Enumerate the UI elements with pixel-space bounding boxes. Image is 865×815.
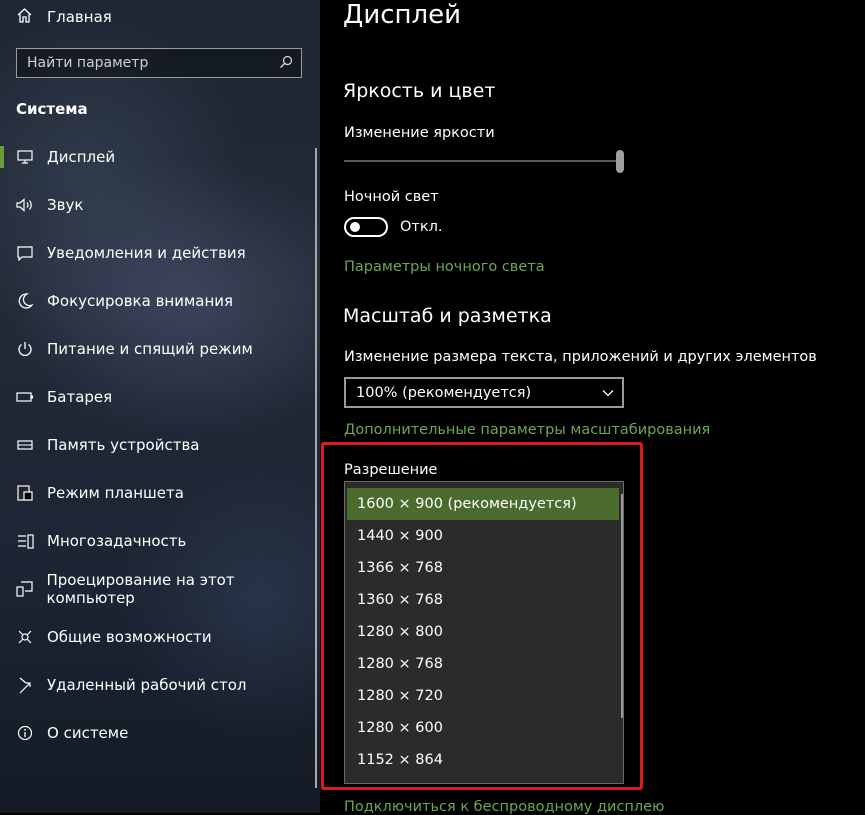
night-light-settings-link[interactable]: Параметры ночного света: [344, 259, 545, 275]
sidebar-item-label: О системе: [47, 724, 129, 742]
sidebar-item-label: Батарея: [47, 388, 113, 406]
sidebar-item-label: Проецирование на этот компьютер: [46, 571, 235, 607]
scale-section-heading: Масштаб и разметка: [343, 305, 552, 327]
search-box[interactable]: [16, 48, 302, 78]
sidebar-item-focus-assist[interactable]: Фокусировка внимания: [0, 277, 320, 325]
night-light-state: Откл.: [400, 219, 443, 235]
speaker-icon: [16, 196, 34, 214]
chevron-down-icon: [602, 385, 614, 401]
sidebar-item-label: Уведомления и действия: [47, 244, 246, 262]
sidebar-item-projecting[interactable]: Проецирование на этот компьютер: [0, 565, 320, 613]
projection-icon: [16, 580, 34, 598]
brightness-slider-thumb[interactable]: [616, 150, 624, 173]
info-icon: [16, 724, 34, 742]
night-light-toggle[interactable]: [344, 217, 388, 237]
advanced-scaling-link[interactable]: Дополнительные параметры масштабирования: [344, 422, 710, 438]
red-highlight-annotation: [321, 442, 643, 790]
tablet-icon: [16, 484, 34, 502]
sidebar-item-remote-desktop[interactable]: Удаленный рабочий стол: [0, 661, 320, 709]
brightness-label: Изменение яркости: [344, 125, 495, 141]
battery-icon: [16, 388, 34, 406]
sidebar-item-label: Звук: [47, 196, 84, 214]
power-icon: [16, 340, 34, 358]
sidebar-item-tablet-mode[interactable]: Режим планшета: [0, 469, 320, 517]
sidebar-scrollbar[interactable]: [315, 148, 317, 788]
sidebar-nav: Дисплей Звук Уведомления и действия Фоку…: [0, 133, 320, 757]
sidebar-item-label: Удаленный рабочий стол: [47, 676, 247, 694]
scale-dropdown-value: 100% (рекомендуется): [356, 384, 532, 401]
monitor-icon: [16, 148, 34, 166]
sidebar: Главная Система Дисплей Звук Уведомления…: [0, 0, 320, 813]
home-label: Главная: [47, 8, 112, 26]
sidebar-item-label: Питание и спящий режим: [47, 340, 253, 358]
night-light-label: Ночной свет: [344, 189, 439, 205]
sidebar-item-storage[interactable]: Память устройства: [0, 421, 320, 469]
sidebar-item-about[interactable]: О системе: [0, 709, 320, 757]
scale-dropdown[interactable]: 100% (рекомендуется): [344, 377, 624, 408]
sidebar-item-label: Дисплей: [47, 148, 116, 166]
multitasking-icon: [16, 532, 34, 550]
sidebar-item-power-sleep[interactable]: Питание и спящий режим: [0, 325, 320, 373]
section-title: Система: [16, 100, 88, 118]
home-icon: [16, 7, 33, 28]
moon-icon: [16, 292, 34, 310]
page-title: Дисплей: [343, 0, 462, 30]
sidebar-item-label: Режим планшета: [47, 484, 184, 502]
shared-experiences-icon: [16, 628, 34, 646]
home-link[interactable]: Главная: [16, 6, 112, 28]
sidebar-item-label: Многозадачность: [47, 532, 187, 550]
storage-icon: [16, 436, 34, 454]
scale-label: Изменение размера текста, приложений и д…: [344, 349, 817, 365]
brightness-section-heading: Яркость и цвет: [343, 80, 496, 102]
brightness-slider-track[interactable]: [344, 160, 620, 162]
remote-desktop-icon: [16, 676, 34, 694]
sidebar-item-battery[interactable]: Батарея: [0, 373, 320, 421]
notification-icon: [16, 244, 34, 262]
sidebar-item-display[interactable]: Дисплей: [0, 133, 320, 181]
sidebar-item-shared-experiences[interactable]: Общие возможности: [0, 613, 320, 661]
search-icon[interactable]: [279, 54, 293, 73]
toggle-knob: [350, 222, 360, 232]
sidebar-item-label: Общие возможности: [47, 628, 212, 646]
sidebar-item-multitasking[interactable]: Многозадачность: [0, 517, 320, 565]
sidebar-item-sound[interactable]: Звук: [0, 181, 320, 229]
sidebar-item-label: Память устройства: [47, 436, 200, 454]
search-input[interactable]: [27, 55, 267, 71]
main-content: Дисплей Яркость и цвет Изменение яркости…: [320, 0, 865, 815]
sidebar-item-label: Фокусировка внимания: [47, 292, 234, 310]
sidebar-item-notifications[interactable]: Уведомления и действия: [0, 229, 320, 277]
